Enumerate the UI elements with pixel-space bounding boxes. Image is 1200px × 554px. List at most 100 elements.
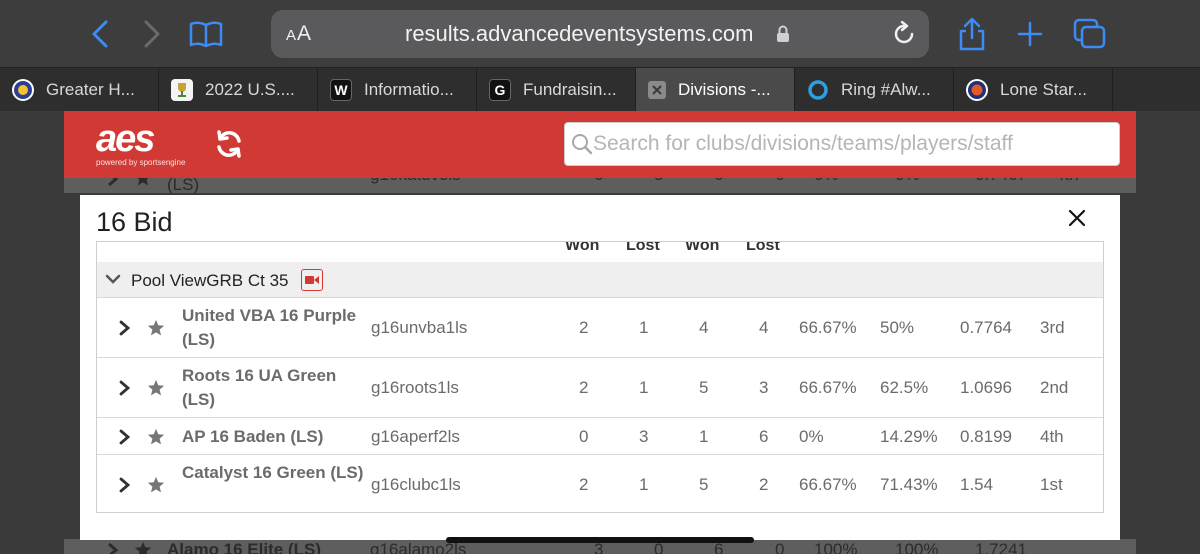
- set-pct: 14.29%: [880, 427, 938, 446]
- seal-favicon-icon: [12, 79, 34, 101]
- web-page: (LS) g16katuv3ls 0 3 0 6 0% 0% 0.7467 4t…: [0, 111, 1200, 554]
- team-name: Alamo 16 Elite (LS): [167, 540, 321, 554]
- table-row[interactable]: Catalyst 16 Green (LS) g16clubc1ls 2 1 5…: [97, 455, 1103, 512]
- browser-toolbar: AA results.advancedeventsystems.com: [0, 0, 1200, 67]
- star-icon[interactable]: [147, 319, 165, 342]
- forward-icon[interactable]: [132, 14, 172, 54]
- match-lost: 1: [639, 475, 649, 494]
- point-ratio: 0.7764: [960, 318, 1012, 337]
- table-row[interactable]: Roots 16 UA Green (LS) g16roots1ls 2 1 5…: [97, 358, 1103, 418]
- tab-lone-star[interactable]: Lone Star...: [954, 68, 1113, 112]
- match-pct: 66.67%: [799, 475, 857, 494]
- finish: 3rd: [1040, 318, 1065, 337]
- match-lost: 1: [639, 378, 649, 397]
- tab-label: Greater H...: [46, 80, 135, 99]
- set-pct: 71.43%: [880, 475, 938, 494]
- finish: 1st: [1040, 475, 1063, 494]
- tab-label: Fundraisin...: [523, 80, 617, 99]
- match-won: 0: [579, 427, 589, 446]
- pool-header-row[interactable]: Pool ViewGRB Ct 35: [97, 262, 1103, 298]
- table-row[interactable]: United VBA 16 Purple (LS) g16unvba1ls 2 …: [97, 298, 1103, 358]
- set-pct: 100%: [895, 540, 939, 554]
- division-modal: 16 Bid Won Lost Won Lost Pool ViewGRB Ct…: [80, 195, 1120, 540]
- point-ratio: 0.8199: [960, 427, 1012, 446]
- tab-label: Informatio...: [364, 80, 454, 99]
- bookmarks-icon[interactable]: [186, 14, 226, 54]
- set-won: 5: [699, 378, 709, 397]
- chevron-right-icon[interactable]: [119, 477, 131, 498]
- finish: 2nd: [1040, 378, 1069, 397]
- chevron-right-icon[interactable]: [119, 320, 131, 341]
- search-input[interactable]: [593, 129, 1113, 159]
- modal-title: 16 Bid: [96, 207, 173, 237]
- column-header-match-lost: Lost: [626, 241, 660, 254]
- aes-logo[interactable]: aes powered by sportsengine: [96, 120, 191, 167]
- chevron-right-icon[interactable]: [119, 429, 131, 450]
- chevron-right-icon: [106, 542, 120, 554]
- match-pct: 0%: [799, 427, 824, 446]
- point-ratio: 1.0696: [960, 378, 1012, 397]
- chevron-right-icon[interactable]: [119, 380, 131, 401]
- set-pct: 62.5%: [880, 378, 929, 397]
- tab-bar: Greater H... 2022 U.S.... W Informatio..…: [0, 67, 1200, 112]
- pool-table: Won Lost Won Lost Pool ViewGRB Ct 35 Uni…: [96, 241, 1104, 513]
- set-lost: 6: [759, 427, 769, 446]
- lonestar-favicon-icon: [966, 79, 988, 101]
- address-bar[interactable]: AA results.advancedeventsystems.com: [271, 10, 929, 58]
- tab-divisions[interactable]: Divisions -...: [636, 68, 795, 112]
- table-row[interactable]: AP 16 Baden (LS) g16aperf2ls 0 3 1 6 0% …: [97, 418, 1103, 455]
- set-won: 4: [699, 318, 709, 337]
- close-icon[interactable]: [1062, 203, 1092, 233]
- tab-2022-us[interactable]: 2022 U.S....: [159, 68, 318, 112]
- column-header-match-won: Won: [565, 241, 600, 254]
- tab-fundraising[interactable]: G Fundraisin...: [477, 68, 636, 112]
- team-name-link[interactable]: Catalyst 16 Green (LS): [182, 461, 372, 485]
- share-icon[interactable]: [952, 14, 992, 54]
- match-lost: 1: [639, 318, 649, 337]
- set-lost: 4: [759, 318, 769, 337]
- match-won: 2: [579, 378, 589, 397]
- tab-label: Lone Star...: [1000, 80, 1087, 99]
- tab-overview-icon[interactable]: [1070, 14, 1110, 54]
- match-lost: 3: [639, 427, 649, 446]
- search-box[interactable]: [564, 122, 1120, 166]
- point-ratio: 1.54: [960, 475, 994, 494]
- match-won: 2: [579, 475, 589, 494]
- set-won: 1: [699, 427, 709, 446]
- new-tab-icon[interactable]: [1010, 14, 1050, 54]
- tab-information[interactable]: W Informatio...: [318, 68, 477, 112]
- star-icon[interactable]: [147, 379, 165, 402]
- tab-ring[interactable]: Ring #Alw...: [795, 68, 954, 112]
- site-header: aes powered by sportsengine: [64, 111, 1136, 178]
- search-icon: [571, 133, 593, 160]
- refresh-icon[interactable]: [214, 129, 244, 164]
- tab-label: Ring #Alw...: [841, 80, 931, 99]
- back-icon[interactable]: [80, 14, 120, 54]
- star-icon[interactable]: [147, 428, 165, 451]
- star-icon: [134, 541, 152, 554]
- match-pct: 66.67%: [799, 318, 857, 337]
- text-size-button[interactable]: AA: [286, 22, 312, 46]
- team-name-link[interactable]: United VBA 16 Purple (LS): [182, 304, 372, 352]
- chevron-down-icon[interactable]: [105, 272, 121, 291]
- pool-label: Pool ViewGRB Ct 35: [131, 271, 289, 290]
- url-text: results.advancedeventsystems.com: [405, 21, 754, 46]
- star-icon[interactable]: [147, 476, 165, 499]
- set-pct: 50%: [880, 318, 915, 337]
- tab-greater[interactable]: Greater H...: [0, 68, 159, 112]
- team-code: g16unvba1ls: [371, 318, 468, 337]
- team-name-link[interactable]: Roots 16 UA Green (LS): [182, 364, 372, 412]
- match-pct: 66.67%: [799, 378, 857, 397]
- team-code: g16aperf2ls: [371, 427, 460, 446]
- team-code: g16roots1ls: [371, 378, 459, 397]
- home-indicator[interactable]: [446, 537, 754, 543]
- g-favicon-icon: G: [489, 79, 511, 101]
- close-tab-icon[interactable]: [648, 81, 666, 99]
- w-favicon-icon: W: [330, 79, 352, 101]
- video-camera-icon[interactable]: [301, 269, 323, 291]
- team-name-link[interactable]: AP 16 Baden (LS): [182, 425, 372, 449]
- reload-icon[interactable]: [891, 20, 917, 52]
- column-header-set-lost: Lost: [746, 241, 780, 254]
- set-lost: 2: [759, 475, 769, 494]
- set-lost: 3: [759, 378, 769, 397]
